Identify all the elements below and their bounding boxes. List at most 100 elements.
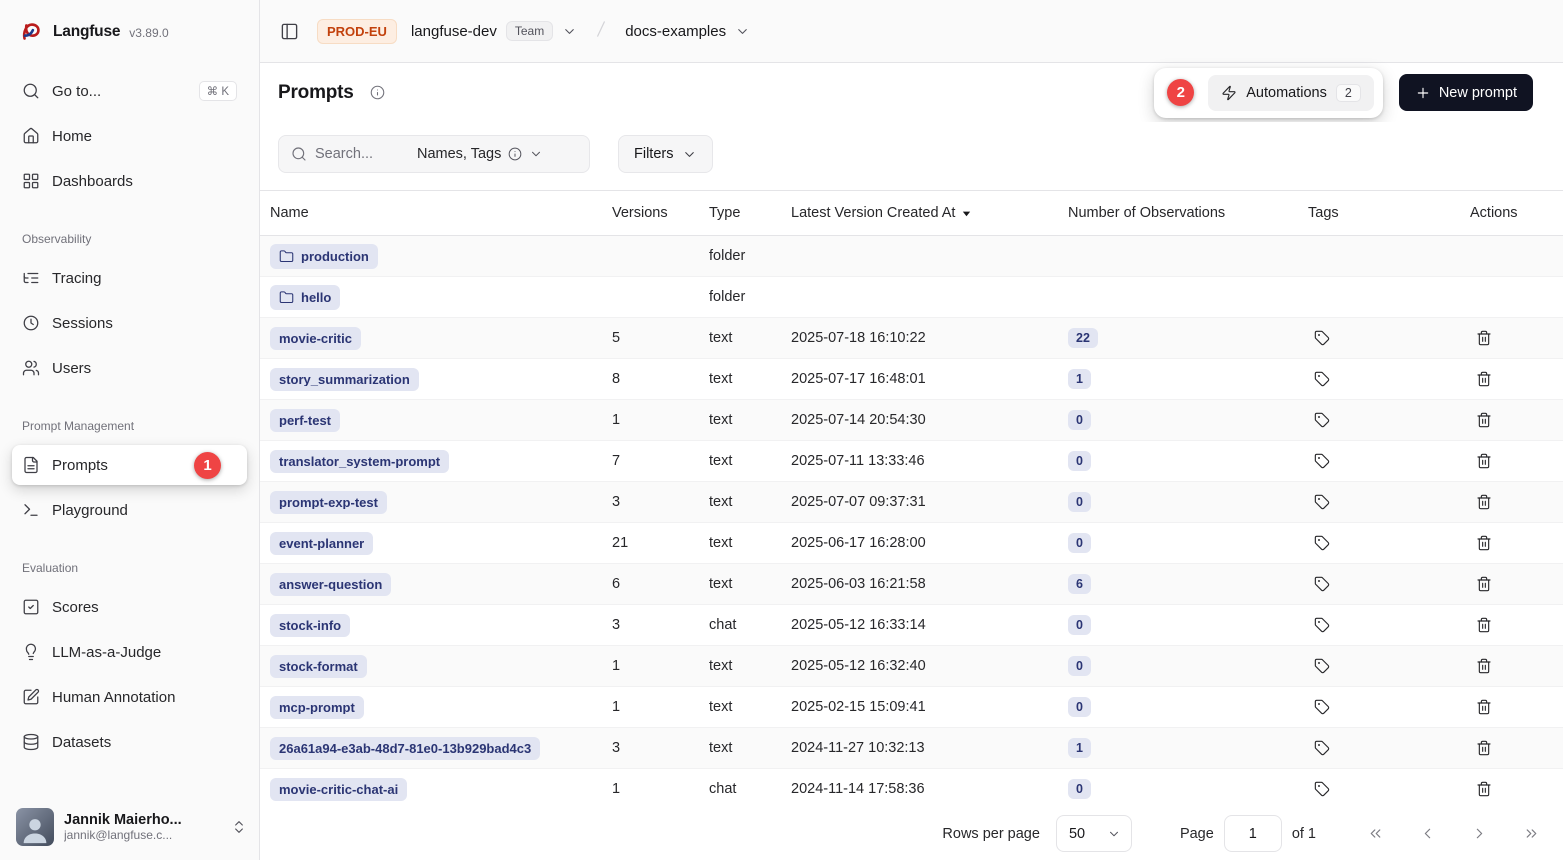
sidebar-item-prompts[interactable]: Prompts 1 [12, 445, 247, 485]
sidebar-item-users[interactable]: Users [12, 348, 247, 388]
table-row[interactable]: mcp-prompt 1 text 2025-02-15 15:09:41 0 [260, 687, 1563, 728]
cell-tags [1298, 611, 1460, 639]
delete-prompt-button[interactable] [1470, 570, 1498, 598]
chevron-down-icon [562, 24, 577, 39]
prompt-name-badge[interactable]: event-planner [270, 532, 373, 555]
prompt-name-badge[interactable]: perf-test [270, 409, 340, 432]
sidebar-item-label: Dashboards [52, 173, 133, 190]
prompt-name-badge[interactable]: 26a61a94-e3ab-48d7-81e0-13b929bad4c3 [270, 737, 540, 760]
column-header-created-at[interactable]: Latest Version Created At [781, 205, 1058, 221]
organization-switcher[interactable]: langfuse-dev Team [411, 21, 577, 41]
cell-name: hello [260, 285, 602, 310]
delete-prompt-button[interactable] [1470, 529, 1498, 557]
delete-prompt-button[interactable] [1470, 365, 1498, 393]
sidebar-item-playground[interactable]: Playground [12, 490, 247, 530]
cell-tags [1298, 775, 1460, 803]
first-page-button[interactable] [1360, 819, 1390, 849]
prompt-name-badge[interactable]: production [270, 244, 378, 269]
prompt-name-badge[interactable]: prompt-exp-test [270, 491, 387, 514]
delete-prompt-button[interactable] [1470, 406, 1498, 434]
project-switcher[interactable]: docs-examples [625, 23, 750, 40]
prompt-name-badge[interactable]: mcp-prompt [270, 696, 364, 719]
automations-button[interactable]: Automations 2 [1208, 75, 1374, 111]
delete-prompt-button[interactable] [1470, 693, 1498, 721]
table-row[interactable]: translator_system-prompt 7 text 2025-07-… [260, 441, 1563, 482]
prompt-name-badge[interactable]: stock-format [270, 655, 367, 678]
search-input[interactable] [315, 146, 407, 162]
prompt-name-badge[interactable]: movie-critic [270, 327, 361, 350]
org-plan-badge: Team [506, 21, 553, 41]
tag-button[interactable] [1308, 529, 1336, 557]
tag-icon [1314, 494, 1330, 510]
table-row[interactable]: prompt-exp-test 3 text 2025-07-07 09:37:… [260, 482, 1563, 523]
prompt-name-badge[interactable]: movie-critic-chat-ai [270, 778, 407, 801]
trash-icon [1476, 371, 1492, 387]
automations-highlight: 2 Automations 2 [1154, 68, 1383, 118]
home-icon [22, 127, 40, 145]
rows-per-page-select[interactable]: 50 [1056, 815, 1132, 852]
cell-tags [1298, 406, 1460, 434]
square-check-icon [22, 598, 40, 616]
sidebar-item-tracing[interactable]: Tracing [12, 258, 247, 298]
tag-button[interactable] [1308, 775, 1336, 803]
table-row[interactable]: hello folder [260, 277, 1563, 318]
tag-icon [1314, 740, 1330, 756]
goto-button[interactable]: Go to... ⌘ K [12, 71, 247, 111]
annotation-marker-2: 2 [1167, 79, 1194, 106]
table-row[interactable]: movie-critic 5 text 2025-07-18 16:10:22 … [260, 318, 1563, 359]
tag-button[interactable] [1308, 611, 1336, 639]
sidebar-toggle-button[interactable] [276, 18, 303, 45]
delete-prompt-button[interactable] [1470, 447, 1498, 475]
tag-button[interactable] [1308, 406, 1336, 434]
sidebar-item-llm-as-a-judge[interactable]: LLM-as-a-Judge [12, 632, 247, 672]
next-page-button[interactable] [1464, 819, 1494, 849]
table-row[interactable]: answer-question 6 text 2025-06-03 16:21:… [260, 564, 1563, 605]
previous-page-button[interactable] [1412, 819, 1442, 849]
prompt-name-badge[interactable]: translator_system-prompt [270, 450, 449, 473]
table-row[interactable]: movie-critic-chat-ai 1 chat 2024-11-14 1… [260, 769, 1563, 807]
search-scope-dropdown[interactable]: Names, Tags [417, 146, 543, 162]
tag-button[interactable] [1308, 447, 1336, 475]
users-icon [22, 359, 40, 377]
prompt-name-badge[interactable]: answer-question [270, 573, 391, 596]
sidebar-item-human-annotation[interactable]: Human Annotation [12, 677, 247, 717]
delete-prompt-button[interactable] [1470, 652, 1498, 680]
sidebar-item-dashboards[interactable]: Dashboards [12, 161, 247, 201]
tag-button[interactable] [1308, 365, 1336, 393]
delete-prompt-button[interactable] [1470, 324, 1498, 352]
tag-button[interactable] [1308, 324, 1336, 352]
table-row[interactable]: story_summarization 8 text 2025-07-17 16… [260, 359, 1563, 400]
delete-prompt-button[interactable] [1470, 488, 1498, 516]
delete-prompt-button[interactable] [1470, 734, 1498, 762]
table-row[interactable]: event-planner 21 text 2025-06-17 16:28:0… [260, 523, 1563, 564]
table-row[interactable]: production folder [260, 236, 1563, 277]
tag-button[interactable] [1308, 570, 1336, 598]
tag-button[interactable] [1308, 488, 1336, 516]
user-menu[interactable]: Jannik Maierho... jannik@langfuse.c... [0, 796, 259, 860]
sidebar-item-sessions[interactable]: Sessions [12, 303, 247, 343]
tag-button[interactable] [1308, 652, 1336, 680]
delete-prompt-button[interactable] [1470, 611, 1498, 639]
search-scope-label: Names, Tags [417, 146, 501, 162]
goto-label: Go to... [52, 83, 101, 100]
sidebar-item-scores[interactable]: Scores [12, 587, 247, 627]
table-row[interactable]: stock-format 1 text 2025-05-12 16:32:40 … [260, 646, 1563, 687]
table-row[interactable]: perf-test 1 text 2025-07-14 20:54:30 0 [260, 400, 1563, 441]
page-info-button[interactable] [370, 85, 385, 100]
delete-prompt-button[interactable] [1470, 775, 1498, 803]
table-row[interactable]: stock-info 3 chat 2025-05-12 16:33:14 0 [260, 605, 1563, 646]
last-page-button[interactable] [1516, 819, 1546, 849]
filters-button[interactable]: Filters [618, 135, 713, 173]
prompt-name-badge[interactable]: story_summarization [270, 368, 419, 391]
new-prompt-button[interactable]: New prompt [1399, 74, 1533, 111]
folder-icon [279, 249, 294, 264]
sidebar-item-datasets[interactable]: Datasets [12, 722, 247, 762]
prompt-name-badge[interactable]: hello [270, 285, 340, 310]
table-row[interactable]: 26a61a94-e3ab-48d7-81e0-13b929bad4c3 3 t… [260, 728, 1563, 769]
trash-icon [1476, 699, 1492, 715]
tag-button[interactable] [1308, 734, 1336, 762]
page-number-input[interactable] [1224, 815, 1282, 852]
prompt-name-badge[interactable]: stock-info [270, 614, 350, 637]
sidebar-item-home[interactable]: Home [12, 116, 247, 156]
tag-button[interactable] [1308, 693, 1336, 721]
